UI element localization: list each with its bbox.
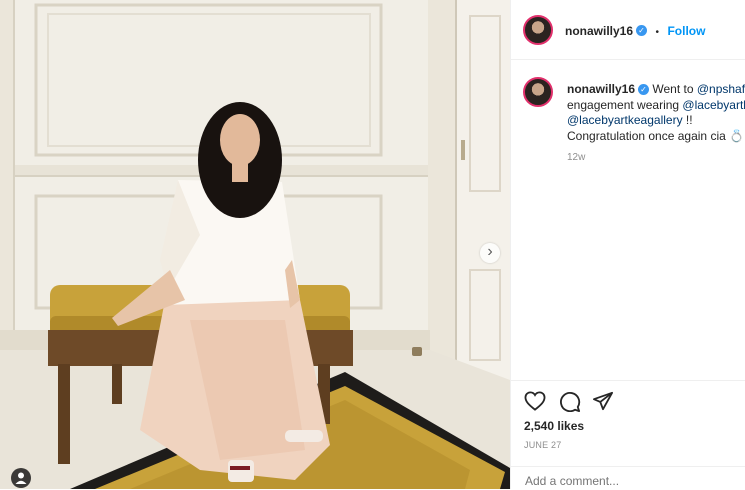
caption-avatar[interactable] [523, 77, 553, 107]
caption-text-2: engagement wearing [567, 97, 683, 112]
verified-icon: ✓ [636, 25, 648, 37]
post-image [0, 0, 510, 489]
comment-input[interactable] [523, 473, 712, 489]
post-date[interactable]: JUNE 27 [524, 440, 561, 450]
post-header: nonawilly16 ✓ • Follow [511, 0, 745, 60]
next-icon: › [487, 243, 493, 260]
avatar[interactable] [523, 15, 553, 45]
caption-text-3: !! [682, 113, 693, 127]
user-tag-button[interactable] [11, 468, 31, 488]
caption: nonawilly16✓ Went to @npshafira engageme… [567, 82, 745, 144]
caption-username[interactable]: nonawilly16 [567, 82, 635, 96]
caption-text-4: Congratulation once again cia [567, 128, 726, 143]
user-tag-icon [15, 472, 27, 484]
verified-icon: ✓ [638, 84, 650, 96]
caption-time[interactable]: 12w [567, 152, 585, 163]
share-icon [593, 391, 613, 411]
header-username[interactable]: nonawilly16 [565, 24, 633, 38]
comment-icon [560, 392, 581, 413]
heart-icon [524, 391, 546, 411]
mention-link[interactable]: @lacebyartkeagallery [567, 113, 683, 127]
mention-link[interactable]: @npshafira [697, 82, 745, 96]
ring-emoji: 💍 [729, 128, 745, 143]
comment-button[interactable] [559, 391, 581, 417]
header-meta: nonawilly16 ✓ • Follow [565, 22, 705, 40]
share-button[interactable] [592, 391, 614, 416]
follow-button[interactable]: Follow [667, 24, 705, 38]
likes-count[interactable]: 2,540 likes [524, 419, 584, 433]
carousel-next-button[interactable]: › [480, 243, 500, 263]
mention-link[interactable]: @lacebyartkea [682, 98, 745, 112]
like-button[interactable] [524, 391, 546, 416]
comment-bar [511, 466, 745, 490]
post-photo[interactable]: › [0, 0, 510, 489]
separator: • [655, 27, 659, 38]
caption-text-1: Went to [652, 82, 697, 96]
post-side-panel: nonawilly16 ✓ • Follow nonawilly16 ✓ Went … [510, 0, 745, 489]
